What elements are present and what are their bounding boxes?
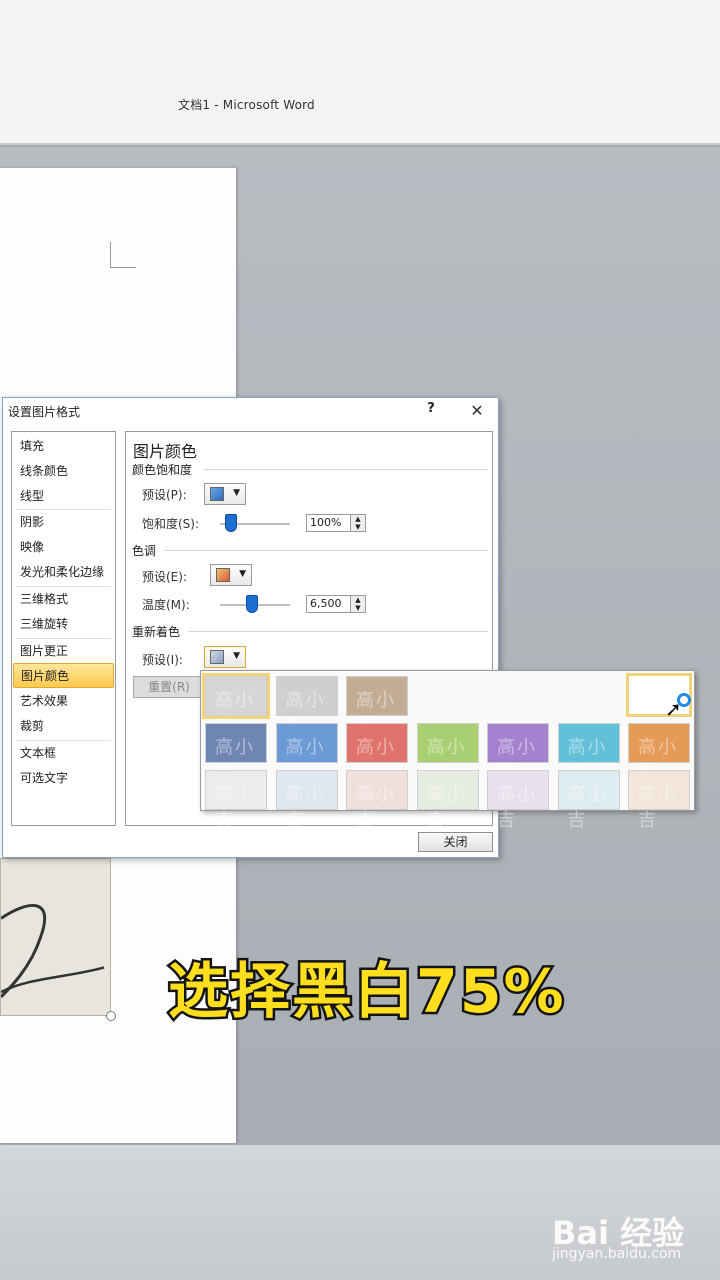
sidebar-item-crop[interactable]: 裁剪 — [13, 714, 114, 739]
recolor-preset-label: 预设(I): — [142, 653, 183, 667]
saturation-preset-label: 预设(P): — [142, 488, 187, 502]
recolor-option-tile[interactable]: 高小吉 — [275, 770, 338, 831]
sidebar-item-picture-corrections[interactable]: 图片更正 — [13, 639, 114, 664]
watermark-url: jingyan.baidu.com — [552, 1246, 682, 1262]
sidebar-item-shadow[interactable]: 阴影 — [13, 510, 114, 535]
saturation-section-label: 颜色饱和度 — [132, 463, 193, 477]
tile-preview-text: 高小吉 — [426, 784, 467, 831]
margin-corner-mark — [110, 242, 136, 268]
sidebar-item-alt-text[interactable]: 可选文字 — [13, 766, 114, 791]
saturation-amount-label: 饱和度(S): — [142, 517, 200, 531]
chevron-down-icon: ▼ — [233, 488, 240, 498]
recolor-option-tile[interactable]: 高小吉 — [487, 770, 549, 831]
video-caption: 选择黑白75% — [166, 955, 567, 1030]
section-divider — [204, 469, 488, 470]
temperature-label: 温度(M): — [142, 598, 190, 612]
busy-spinner-icon — [677, 693, 691, 707]
tone-preset-icon — [216, 568, 230, 582]
recolor-section-label: 重新着色 — [132, 625, 181, 639]
saturation-preset-icon — [210, 487, 224, 501]
saturation-slider-thumb[interactable] — [224, 514, 237, 532]
sidebar-item-3d-rotation[interactable]: 三维旋转 — [13, 612, 114, 637]
recolor-option-tile[interactable]: 高小吉 — [346, 723, 408, 784]
sidebar-item-artistic-effects[interactable]: 艺术效果 — [13, 689, 114, 714]
recolor-option-tile[interactable]: 高小吉 — [346, 676, 408, 737]
recolor-option-tile[interactable]: 高小吉 — [275, 676, 338, 737]
sidebar-item-fill[interactable]: 填充 — [13, 434, 114, 459]
sidebar-item-3d-format[interactable]: 三维格式 — [13, 587, 114, 612]
reset-button[interactable]: 重置(R) — [133, 676, 205, 698]
window-title: 文档1 - Microsoft Word — [178, 98, 315, 112]
tone-section-label: 色调 — [132, 544, 157, 558]
tone-preset-label: 预设(E): — [142, 570, 187, 584]
recolor-option-tile[interactable]: 高小吉 — [275, 723, 338, 784]
panel-title: 图片颜色 — [133, 442, 198, 461]
dialog-title: 设置图片格式 — [8, 405, 81, 419]
signature-image[interactable] — [0, 858, 111, 1016]
recolor-preset-icon — [210, 650, 224, 664]
recolor-option-tile[interactable]: 高小吉 — [628, 770, 690, 831]
tile-preview-text: 高小吉 — [638, 784, 678, 831]
sidebar-item-picture-color[interactable]: 图片颜色 — [13, 663, 114, 688]
saturation-preset-dropdown[interactable]: ▼ — [204, 483, 246, 505]
recolor-gallery: 高小吉高小吉高小吉高小吉高小吉高小吉高小吉高小吉高小吉高小吉高小吉高小吉高小吉高… — [200, 670, 695, 831]
tone-preset-dropdown[interactable]: ▼ — [210, 564, 252, 586]
recolor-option-tile[interactable]: 高小吉 — [205, 723, 267, 784]
tile-preview-text: 高小吉 — [356, 784, 396, 831]
tile-preview-text: 高小吉 — [215, 784, 255, 831]
tile-preview-text: 高小吉 — [567, 784, 608, 831]
tile-preview-text: 高小吉 — [285, 784, 326, 831]
sidebar-item-line-color[interactable]: 线条颜色 — [13, 459, 114, 484]
recolor-option-tile[interactable]: 高小吉 — [416, 723, 479, 784]
recolor-option-tile[interactable]: 高小吉 — [557, 770, 620, 831]
resize-handle[interactable] — [106, 1011, 116, 1021]
chevron-down-icon: ▼ — [233, 651, 240, 661]
signature-strokes — [0, 904, 105, 998]
title-bar: 文档1 - Microsoft Word — [0, 0, 720, 145]
saturation-spinner[interactable]: ▲ ▼ — [350, 514, 366, 532]
recolor-option-tile[interactable]: 高小吉 — [205, 770, 267, 831]
chevron-down-icon: ▼ — [239, 569, 246, 579]
recolor-option-tile[interactable]: 高小吉 — [346, 770, 408, 831]
sidebar-item-line-style[interactable]: 线型 — [13, 484, 114, 509]
recolor-option-tile[interactable]: 高小吉 — [202, 673, 270, 737]
section-divider — [164, 550, 488, 551]
recolor-option-tile[interactable]: 高小吉 — [416, 770, 479, 831]
recolor-option-tile[interactable]: 高小吉 — [557, 723, 620, 784]
sidebar-item-text-box[interactable]: 文本框 — [13, 741, 114, 766]
recolor-option-tile[interactable]: 高小吉 — [628, 723, 690, 784]
sidebar-item-glow[interactable]: 发光和柔化边缘 — [13, 560, 114, 585]
temperature-spinner[interactable]: ▲ ▼ — [350, 595, 366, 613]
section-divider — [188, 631, 488, 632]
close-button[interactable]: 关闭 — [418, 832, 493, 852]
sidebar-item-reflection[interactable]: 映像 — [13, 535, 114, 560]
recolor-option-tile[interactable]: 高小吉 — [487, 723, 549, 784]
recolor-preset-dropdown[interactable]: ▼ — [204, 646, 246, 668]
tile-preview-text: 高小吉 — [497, 784, 537, 831]
help-button[interactable]: ? — [423, 401, 439, 416]
temperature-slider-thumb[interactable] — [245, 595, 258, 613]
category-sidebar: 填充 线条颜色 线型 阴影 映像 发光和柔化边缘 三维格式 三维旋转 图片更正 … — [11, 431, 116, 826]
close-icon[interactable]: ✕ — [467, 401, 487, 420]
